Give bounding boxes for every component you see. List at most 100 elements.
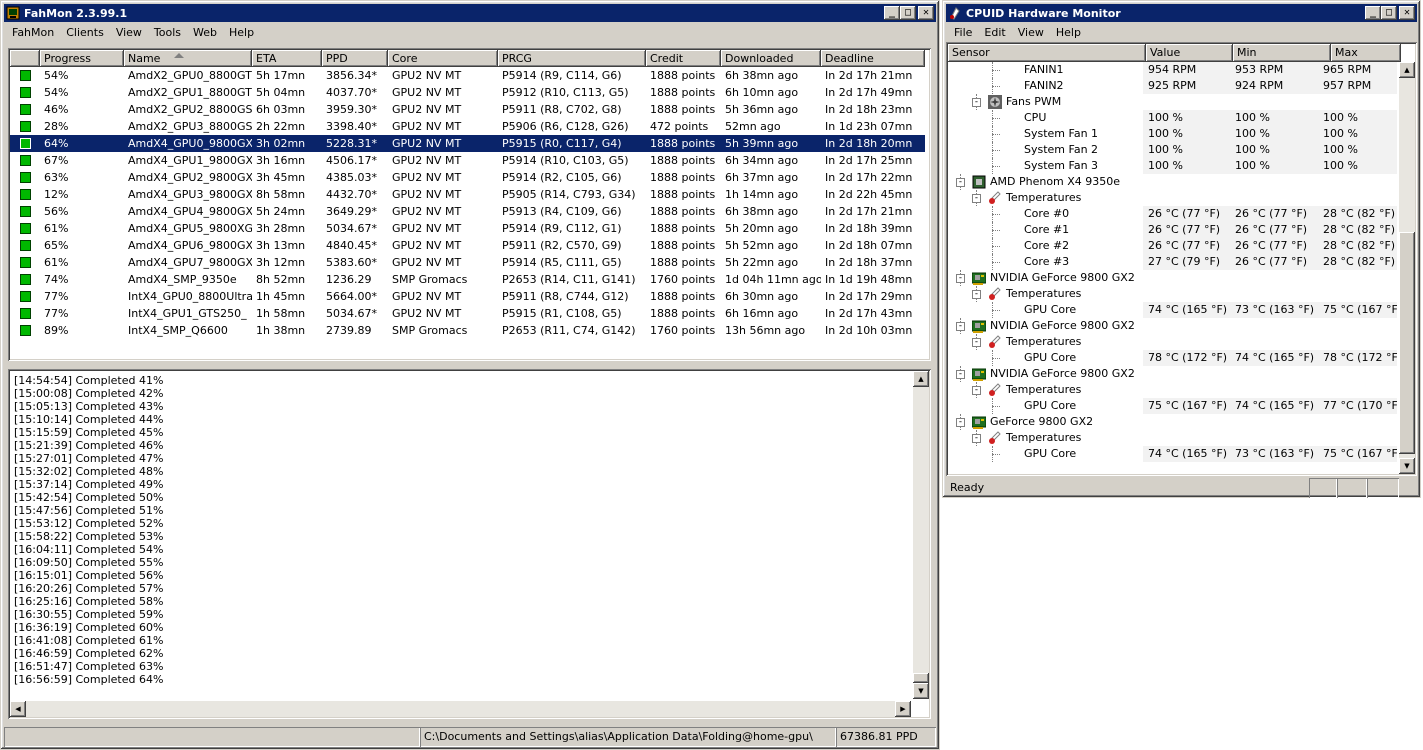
collapse-icon[interactable]: - bbox=[972, 338, 981, 347]
client-row[interactable]: 61% AmdX4_GPU7_9800GX2 3h 12mn 5383.60* GPU2… bbox=[10, 254, 925, 271]
col-max[interactable]: Max bbox=[1331, 44, 1401, 62]
menu-fahmon[interactable]: FahMon bbox=[6, 26, 60, 39]
menu-clients[interactable]: Clients bbox=[60, 26, 110, 39]
log-horizontal-scrollbar[interactable]: ◀ ▶ bbox=[10, 701, 911, 717]
col-status[interactable] bbox=[10, 50, 40, 67]
sensor-label: Core #1 bbox=[1024, 223, 1070, 236]
menu-help[interactable]: Help bbox=[223, 26, 260, 39]
collapse-icon[interactable]: - bbox=[972, 434, 981, 443]
sensor-row[interactable]: - Fans PWM bbox=[948, 94, 1397, 110]
sensor-row[interactable]: 100 % 100 % 100 % System Fan 2 bbox=[948, 142, 1397, 158]
collapse-icon[interactable]: - bbox=[972, 290, 981, 299]
scroll-down-icon[interactable]: ▼ bbox=[913, 683, 929, 699]
col-prcg[interactable]: PRCG bbox=[498, 50, 646, 67]
sensor-row[interactable]: - Temperatures bbox=[948, 430, 1397, 446]
sensor-tree[interactable]: Sensor Value Min Max 954 RPM 953 RPM 965 R… bbox=[946, 42, 1417, 476]
client-row[interactable]: 74% AmdX4_SMP_9350e 8h 52mn 1236.29 SMP Grom… bbox=[10, 271, 925, 288]
sensor-row[interactable]: - NVIDIA GeForce 9800 GX2 bbox=[948, 270, 1397, 286]
maximize-icon[interactable]: □ bbox=[900, 6, 916, 20]
col-downloaded[interactable]: Downloaded bbox=[721, 50, 821, 67]
client-row[interactable]: 64% AmdX4_GPU0_9800GX2 3h 02mn 5228.31* GPU2… bbox=[10, 135, 925, 152]
minimize-icon[interactable]: _ bbox=[1365, 6, 1381, 20]
collapse-icon[interactable]: - bbox=[956, 322, 965, 331]
close-icon[interactable]: ✕ bbox=[1399, 6, 1415, 20]
menu-edit[interactable]: Edit bbox=[978, 26, 1011, 39]
scroll-right-icon[interactable]: ▶ bbox=[895, 701, 911, 717]
scroll-left-icon[interactable]: ◀ bbox=[10, 701, 26, 717]
col-deadline[interactable]: Deadline bbox=[821, 50, 925, 67]
sensor-row[interactable]: 74 °C (165 °F) 73 °C (163 °F) 75 °C (167 °… bbox=[948, 302, 1397, 318]
fahmon-titlebar[interactable]: FahMon 2.3.99.1 _ □ ✕ bbox=[4, 4, 936, 22]
col-progress[interactable]: Progress bbox=[40, 50, 124, 67]
sensor-row[interactable]: 74 °C (165 °F) 73 °C (163 °F) 75 °C (167 °… bbox=[948, 446, 1397, 462]
client-row[interactable]: 77% IntX4_GPU1_GTS250_ 1h 58mn 5034.67* GPU2… bbox=[10, 305, 925, 322]
col-credit[interactable]: Credit bbox=[646, 50, 721, 67]
sensor-row[interactable]: - Temperatures bbox=[948, 286, 1397, 302]
collapse-icon[interactable]: - bbox=[956, 178, 965, 187]
client-row[interactable]: 89% IntX4_SMP_Q6600 1h 38mn 2739.89 SMP Grom… bbox=[10, 322, 925, 339]
col-ppd[interactable]: PPD bbox=[322, 50, 388, 67]
sensor-vscroll-thumb[interactable] bbox=[1399, 232, 1415, 454]
collapse-icon[interactable]: - bbox=[972, 98, 981, 107]
scroll-down-icon[interactable]: ▼ bbox=[1399, 458, 1415, 474]
client-row[interactable]: 12% AmdX4_GPU3_9800GX2 8h 58mn 4432.70* GPU2… bbox=[10, 186, 925, 203]
menu-file[interactable]: File bbox=[948, 26, 978, 39]
log-panel[interactable]: [14:54:54] Completed 41% [15:00:08] Compl… bbox=[8, 369, 931, 719]
collapse-icon[interactable]: - bbox=[972, 386, 981, 395]
sensor-row[interactable]: - NVIDIA GeForce 9800 GX2 bbox=[948, 318, 1397, 334]
scroll-up-icon[interactable]: ▲ bbox=[1399, 62, 1415, 78]
collapse-icon[interactable]: - bbox=[956, 418, 965, 427]
client-row[interactable]: 46% AmdX2_GPU2_8800GS 6h 03mn 3959.30* GPU2 … bbox=[10, 101, 925, 118]
sensor-row[interactable]: 925 RPM 924 RPM 957 RPM FANIN2 bbox=[948, 78, 1397, 94]
sensor-row[interactable]: 100 % 100 % 100 % System Fan 3 bbox=[948, 158, 1397, 174]
client-row[interactable]: 56% AmdX4_GPU4_9800GX2 5h 24mn 3649.29* GPU2… bbox=[10, 203, 925, 220]
sensor-row[interactable]: 26 °C (77 °F) 26 °C (77 °F) 28 °C (82 °F) C… bbox=[948, 206, 1397, 222]
col-name[interactable]: Name bbox=[124, 50, 252, 67]
sensor-row[interactable]: 100 % 100 % 100 % System Fan 1 bbox=[948, 126, 1397, 142]
maximize-icon[interactable]: □ bbox=[1381, 6, 1397, 20]
sensor-row[interactable]: 26 °C (77 °F) 26 °C (77 °F) 28 °C (82 °F) C… bbox=[948, 238, 1397, 254]
col-eta[interactable]: ETA bbox=[252, 50, 322, 67]
ppd-cell: 4840.45* bbox=[326, 239, 377, 252]
menu-view[interactable]: View bbox=[110, 26, 148, 39]
log-vscroll-thumb[interactable] bbox=[913, 673, 929, 683]
menu-tools[interactable]: Tools bbox=[148, 26, 187, 39]
sensor-row[interactable]: 27 °C (79 °F) 26 °C (77 °F) 28 °C (82 °F) C… bbox=[948, 254, 1397, 270]
col-min[interactable]: Min bbox=[1233, 44, 1331, 62]
menu-view[interactable]: View bbox=[1012, 26, 1050, 39]
clients-list[interactable]: Progress Name ETA PPD Core PRCG Credit D… bbox=[8, 48, 931, 361]
sensor-row[interactable]: 75 °C (167 °F) 74 °C (165 °F) 77 °C (170 °… bbox=[948, 398, 1397, 414]
client-row[interactable]: 67% AmdX4_GPU1_9800GX2 3h 16mn 4506.17* GPU2… bbox=[10, 152, 925, 169]
sensor-row[interactable]: - AMD Phenom X4 9350e bbox=[948, 174, 1397, 190]
log-vertical-scrollbar[interactable]: ▲ ▼ bbox=[913, 371, 929, 699]
close-icon[interactable]: ✕ bbox=[918, 6, 934, 20]
menu-web[interactable]: Web bbox=[187, 26, 223, 39]
collapse-icon[interactable]: - bbox=[956, 274, 965, 283]
client-row[interactable]: 54% AmdX2_GPU1_8800GTS 5h 04mn 4037.70* GPU2… bbox=[10, 84, 925, 101]
minimize-icon[interactable]: _ bbox=[884, 6, 900, 20]
menu-help[interactable]: Help bbox=[1050, 26, 1087, 39]
col-core[interactable]: Core bbox=[388, 50, 498, 67]
scroll-up-icon[interactable]: ▲ bbox=[913, 371, 929, 387]
sensor-vertical-scrollbar[interactable]: ▲ ▼ bbox=[1399, 62, 1415, 474]
sensor-row[interactable]: - Temperatures bbox=[948, 334, 1397, 350]
client-row[interactable]: 54% AmdX2_GPU0_8800GTS 5h 17mn 3856.34* GPU2… bbox=[10, 67, 925, 84]
sensor-row[interactable]: - Temperatures bbox=[948, 190, 1397, 206]
client-row[interactable]: 63% AmdX4_GPU2_9800GX2 3h 45mn 4385.03* GPU2… bbox=[10, 169, 925, 186]
sensor-row[interactable]: - GeForce 9800 GX2 bbox=[948, 414, 1397, 430]
col-sensor[interactable]: Sensor bbox=[948, 44, 1146, 62]
client-row[interactable]: 65% AmdX4_GPU6_9800GX2 3h 13mn 4840.45* GPU2… bbox=[10, 237, 925, 254]
sensor-row[interactable]: - NVIDIA GeForce 9800 GX2 bbox=[948, 366, 1397, 382]
sensor-row[interactable]: 26 °C (77 °F) 26 °C (77 °F) 28 °C (82 °F) C… bbox=[948, 222, 1397, 238]
client-row[interactable]: 28% AmdX2_GPU3_8800GS 2h 22mn 3398.40* GPU2 … bbox=[10, 118, 925, 135]
sensor-row[interactable]: - Temperatures bbox=[948, 382, 1397, 398]
sensor-row[interactable]: 78 °C (172 °F) 74 °C (165 °F) 78 °C (172 °… bbox=[948, 350, 1397, 366]
client-row[interactable]: 77% IntX4_GPU0_8800Ultra 1h 45mn 5664.00* GP… bbox=[10, 288, 925, 305]
collapse-icon[interactable]: - bbox=[956, 370, 965, 379]
client-row[interactable]: 61% AmdX4_GPU5_9800XG2 3h 28mn 5034.67* GPU2… bbox=[10, 220, 925, 237]
sensor-row[interactable]: 954 RPM 953 RPM 965 RPM FANIN1 bbox=[948, 62, 1397, 78]
sensor-row[interactable]: 100 % 100 % 100 % CPU bbox=[948, 110, 1397, 126]
hwmonitor-titlebar[interactable]: CPUID Hardware Monitor _ □ ✕ bbox=[946, 4, 1417, 22]
collapse-icon[interactable]: - bbox=[972, 194, 981, 203]
col-value[interactable]: Value bbox=[1146, 44, 1233, 62]
